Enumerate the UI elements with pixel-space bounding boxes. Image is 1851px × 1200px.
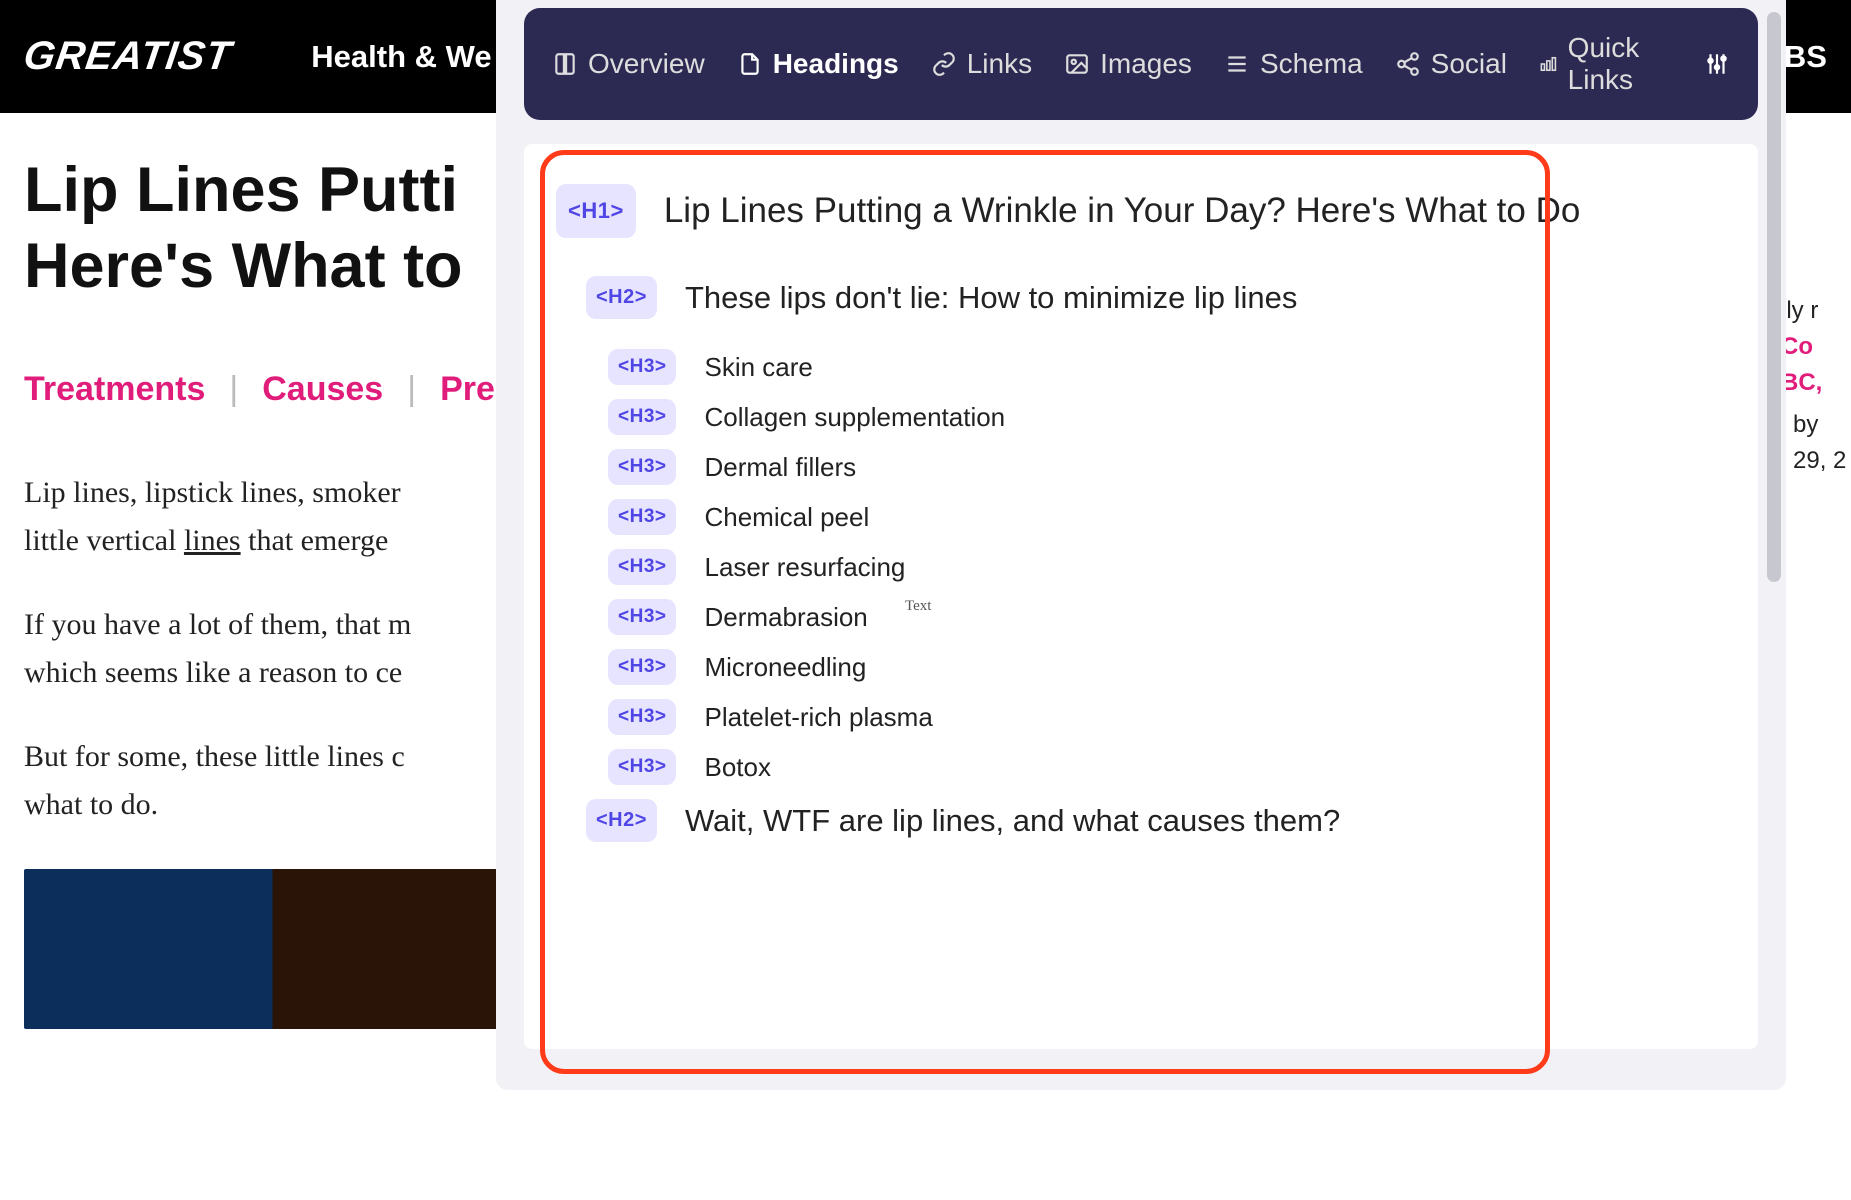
heading-tag-badge: <H3> [608, 449, 676, 485]
tab-overview[interactable]: Overview [552, 48, 705, 80]
file-icon [737, 51, 763, 77]
heading-text: Collagen supplementation [704, 402, 1005, 433]
site-logo[interactable]: GREATIST [21, 34, 235, 79]
heading-tag-badge: <H3> [608, 549, 676, 585]
heading-tag-badge: <H3> [608, 349, 676, 385]
extension-toolbar: Overview Headings Links Images Schema So… [524, 8, 1758, 120]
heading-text: Lip Lines Putting a Wrinkle in Your Day?… [664, 191, 1581, 231]
link-icon [931, 51, 957, 77]
panel-scrollbar[interactable] [1767, 12, 1781, 582]
heading-text: Chemical peel [704, 502, 869, 533]
heading-text: These lips don't lie: How to minimize li… [685, 280, 1297, 316]
byline-fragment: lly r Co BC, by 29, 2 [1781, 293, 1851, 479]
heading-row-h2[interactable]: <H2> Wait, WTF are lip lines, and what ca… [586, 799, 1730, 842]
heading-text: Platelet-rich plasma [704, 702, 932, 733]
heading-text: Dermal fillers [704, 452, 856, 483]
heading-row-h2[interactable]: <H2> These lips don't lie: How to minimiz… [586, 276, 1730, 319]
heading-row-h3[interactable]: <H3> Platelet-rich plasma [608, 699, 1730, 735]
floating-text-annotation: Text [905, 598, 931, 615]
heading-row-h3[interactable]: <H3> Laser resurfacing [608, 549, 1730, 585]
heading-tag-badge: <H3> [608, 499, 676, 535]
seo-extension-panel: Overview Headings Links Images Schema So… [496, 0, 1786, 1090]
heading-row-h3[interactable]: <H3> Skin care [608, 349, 1730, 385]
heading-tag-badge: <H1> [556, 184, 636, 238]
heading-row-h3[interactable]: <H3> Chemical peel [608, 499, 1730, 535]
chart-icon [1539, 51, 1558, 77]
tab-separator: | [407, 370, 416, 409]
heading-row-h3[interactable]: <H3> Dermabrasion [608, 599, 1730, 635]
heading-text: Dermabrasion [704, 602, 867, 633]
settings-button[interactable] [1704, 51, 1730, 77]
tab-schema[interactable]: Schema [1224, 48, 1363, 80]
heading-tag-badge: <H3> [608, 649, 676, 685]
image-icon [1064, 51, 1090, 77]
tab-quicklinks[interactable]: Quick Links [1539, 32, 1672, 96]
heading-tag-badge: <H2> [586, 799, 657, 842]
heading-tag-badge: <H3> [608, 399, 676, 435]
share-icon [1395, 51, 1421, 77]
heading-row-h3[interactable]: <H3> Collagen supplementation [608, 399, 1730, 435]
tab-causes[interactable]: Causes [262, 370, 383, 409]
tab-links[interactable]: Links [931, 48, 1032, 80]
heading-text: Microneedling [704, 652, 866, 683]
heading-tag-badge: <H3> [608, 749, 676, 785]
tab-treatments[interactable]: Treatments [24, 370, 205, 409]
heading-row-h3[interactable]: <H3> Botox [608, 749, 1730, 785]
heading-row-h3[interactable]: <H3> Dermal fillers [608, 449, 1730, 485]
heading-list: <H1> Lip Lines Putting a Wrinkle in Your … [544, 172, 1738, 884]
inline-link-lines[interactable]: lines [184, 524, 241, 557]
sliders-icon [1704, 51, 1730, 77]
tab-social[interactable]: Social [1395, 48, 1507, 80]
heading-text: Skin care [704, 352, 812, 383]
headings-inspector: <H1> Lip Lines Putting a Wrinkle in Your … [524, 144, 1758, 1049]
heading-tag-badge: <H2> [586, 276, 657, 319]
heading-row-h1[interactable]: <H1> Lip Lines Putting a Wrinkle in Your … [556, 184, 1730, 238]
heading-tag-badge: <H3> [608, 599, 676, 635]
tab-separator: | [229, 370, 238, 409]
tab-images[interactable]: Images [1064, 48, 1192, 80]
nav-health[interactable]: Health & We [311, 39, 491, 75]
heading-tag-badge: <H3> [608, 699, 676, 735]
nav-right-fragment[interactable]: BS [1784, 39, 1827, 75]
heading-text: Botox [704, 752, 771, 783]
list-icon [1224, 51, 1250, 77]
heading-text: Laser resurfacing [704, 552, 905, 583]
heading-text: Wait, WTF are lip lines, and what causes… [685, 803, 1340, 839]
primary-nav: Health & We [311, 39, 491, 75]
tab-prevention[interactable]: Pre [440, 370, 495, 409]
book-icon [552, 51, 578, 77]
tab-headings[interactable]: Headings [737, 48, 899, 80]
heading-row-h3[interactable]: <H3> Microneedling [608, 649, 1730, 685]
